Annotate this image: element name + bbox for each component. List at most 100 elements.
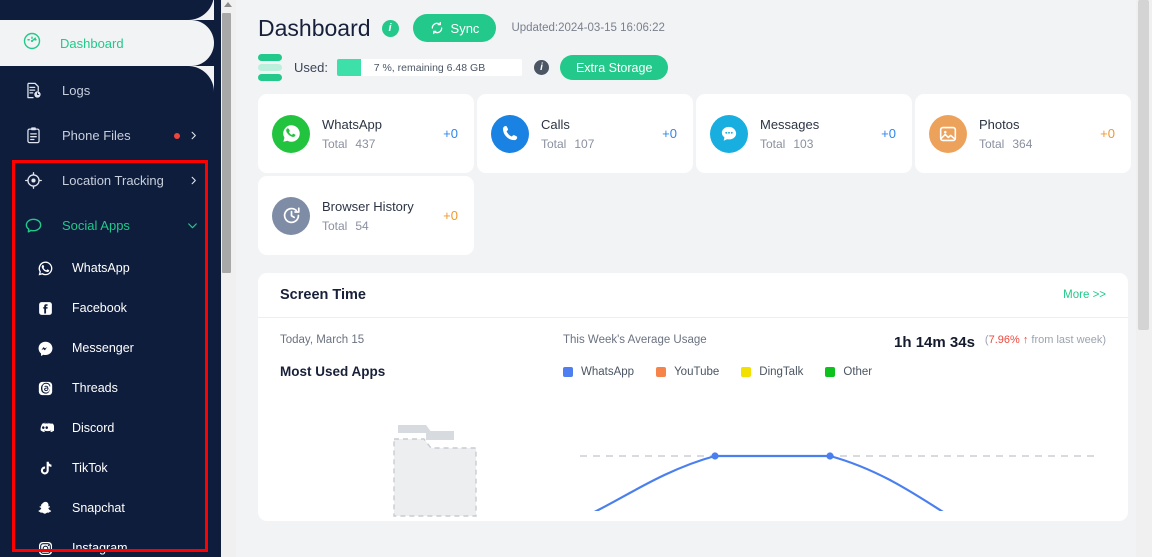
screen-time-body: Today, March 15 This Week's Average Usag… xyxy=(258,318,1128,521)
info-icon[interactable]: i xyxy=(381,19,399,37)
sidebar-item-whatsapp[interactable]: WhatsApp xyxy=(0,248,221,288)
photo-icon xyxy=(929,114,967,153)
facebook-icon xyxy=(34,300,56,317)
sidebar-item-label: Threads xyxy=(72,381,118,395)
chevron-down-icon[interactable] xyxy=(186,219,199,232)
sidebar-scrollbar-thumb[interactable] xyxy=(222,13,231,273)
legend-item[interactable]: YouTube xyxy=(656,366,719,378)
stat-card-total-label: Total xyxy=(322,136,348,151)
chevron-right-icon[interactable] xyxy=(188,130,199,141)
sidebar-item-label: TikTok xyxy=(72,461,108,475)
sidebar-social-sublist: WhatsApp Facebook Messenger Threads Disc… xyxy=(0,248,221,557)
phone-icon xyxy=(491,114,529,153)
storage-progress-bar: 7 %, remaining 6.48 GB xyxy=(336,59,522,76)
sidebar-item-instagram[interactable]: Instagram xyxy=(0,528,221,557)
sidebar-item-discord[interactable]: Discord xyxy=(0,408,221,448)
sidebar-item-label: Dashboard xyxy=(60,35,124,51)
stat-card-title: Calls xyxy=(541,116,570,132)
tiktok-icon xyxy=(34,460,56,477)
legend-label: YouTube xyxy=(674,365,720,378)
sidebar-item-logs[interactable]: Logs xyxy=(0,68,221,113)
stat-card-browser-history[interactable]: Browser History Total 54 +0 xyxy=(258,176,474,255)
sidebar-item-indicators xyxy=(174,130,199,141)
screen-time-panel: Screen Time More >> Today, March 15 This… xyxy=(258,273,1128,521)
panel-title: Screen Time xyxy=(280,287,366,303)
threads-icon xyxy=(34,380,56,397)
stat-card-total: Total 107 xyxy=(541,137,594,151)
stat-card-total-value: 364 xyxy=(1012,136,1033,151)
sidebar-item-facebook[interactable]: Facebook xyxy=(0,288,221,328)
sidebar-item-tiktok[interactable]: TikTok xyxy=(0,448,221,488)
sidebar-item-label: Instagram xyxy=(72,541,128,555)
legend-label: WhatsApp xyxy=(581,365,635,378)
legend-swatch xyxy=(741,366,752,377)
sidebar-item-location-tracking[interactable]: Location Tracking xyxy=(0,158,221,203)
last-updated-text: Updated:2024-03-15 16:06:22 xyxy=(511,22,665,34)
stat-card-whatsapp[interactable]: WhatsApp Total 437 +0 xyxy=(258,94,474,173)
used-label: Used: xyxy=(294,60,328,75)
stat-card-total: Total 54 xyxy=(322,219,414,233)
target-icon xyxy=(22,171,44,190)
weekly-average-label: This Week's Average Usage xyxy=(563,334,707,346)
instagram-icon xyxy=(34,540,56,557)
most-used-apps-label: Most Used Apps xyxy=(280,364,386,379)
sidebar-item-phone-files[interactable]: Phone Files xyxy=(0,113,221,158)
legend-item[interactable]: WhatsApp xyxy=(563,366,634,378)
sidebar-item-social-apps[interactable]: Social Apps xyxy=(0,203,221,248)
screen-time-summary-row: Today, March 15 This Week's Average Usag… xyxy=(280,334,1106,351)
stat-card-text: Photos Total 364 xyxy=(979,117,1032,151)
history-icon xyxy=(272,196,310,235)
chat-bubble-icon xyxy=(22,216,44,235)
legend-swatch xyxy=(656,366,667,377)
stat-card-title: Messages xyxy=(760,116,820,132)
storage-info-icon[interactable]: i xyxy=(533,60,549,75)
stat-card-photos[interactable]: Photos Total 364 +0 xyxy=(915,94,1131,173)
stat-card-messages[interactable]: Messages Total 103 +0 xyxy=(696,94,912,173)
page-scrollbar-thumb[interactable] xyxy=(1138,0,1149,330)
chevron-right-icon[interactable] xyxy=(188,175,199,186)
stat-card-total: Total 103 xyxy=(760,137,819,151)
delta-caption: from last week) xyxy=(1031,334,1106,346)
legend-item[interactable]: Other xyxy=(825,366,872,378)
legend-item[interactable]: DingTalk xyxy=(741,366,803,378)
screen-time-chart-area xyxy=(280,401,1106,521)
stat-card-delta: +0 xyxy=(443,126,458,141)
discord-icon xyxy=(34,419,56,437)
stat-card-text: WhatsApp Total 437 xyxy=(322,117,382,151)
storage-stack-icon xyxy=(258,54,282,81)
sidebar-item-messenger[interactable]: Messenger xyxy=(0,328,221,368)
stat-card-calls[interactable]: Calls Total 107 +0 xyxy=(477,94,693,173)
whatsapp-icon xyxy=(34,260,56,277)
scroll-up-arrow-icon[interactable] xyxy=(224,2,232,7)
stat-card-grid: WhatsApp Total 437 +0 Calls Total 107 +0… xyxy=(236,81,1152,257)
sidebar-item-threads[interactable]: Threads xyxy=(0,368,221,408)
page-scrollbar[interactable] xyxy=(1136,0,1152,557)
stat-card-text: Messages Total 103 xyxy=(760,117,819,151)
sidebar-item-label: Phone Files xyxy=(62,128,131,143)
main-content: Dashboard i Sync Updated:2024-03-15 16:0… xyxy=(236,0,1152,557)
snapchat-icon xyxy=(34,500,56,517)
extra-storage-button[interactable]: Extra Storage xyxy=(559,55,669,80)
sidebar-item-snapchat[interactable]: Snapchat xyxy=(0,488,221,528)
refresh-icon xyxy=(431,21,442,35)
stat-card-total-value: 103 xyxy=(793,136,814,151)
storage-bar-row: Used: 7 %, remaining 6.48 GB i Extra Sto… xyxy=(236,42,1152,81)
sidebar-item-dashboard[interactable]: Dashboard xyxy=(0,0,221,92)
stat-card-total-value: 54 xyxy=(355,218,369,233)
page-title: Dashboard xyxy=(258,14,371,41)
legend-swatch xyxy=(563,366,573,377)
sidebar-item-indicators xyxy=(188,175,199,186)
stat-card-total-label: Total xyxy=(541,136,567,151)
whatsapp-icon xyxy=(272,114,310,153)
more-link[interactable]: More >> xyxy=(1063,289,1106,301)
sidebar-scrollbar[interactable] xyxy=(221,0,236,557)
notification-dot-icon xyxy=(174,132,180,139)
stat-card-title: WhatsApp xyxy=(322,116,382,132)
sync-button[interactable]: Sync xyxy=(412,14,497,42)
stat-card-total: Total 437 xyxy=(322,137,382,151)
sidebar-item-label: Logs xyxy=(62,83,91,98)
stat-card-total: Total 364 xyxy=(979,137,1032,151)
sidebar-item-label: WhatsApp xyxy=(72,261,130,275)
chart-legend: WhatsApp YouTube DingTalk Other xyxy=(563,366,872,378)
legend-label: Other xyxy=(843,365,873,378)
